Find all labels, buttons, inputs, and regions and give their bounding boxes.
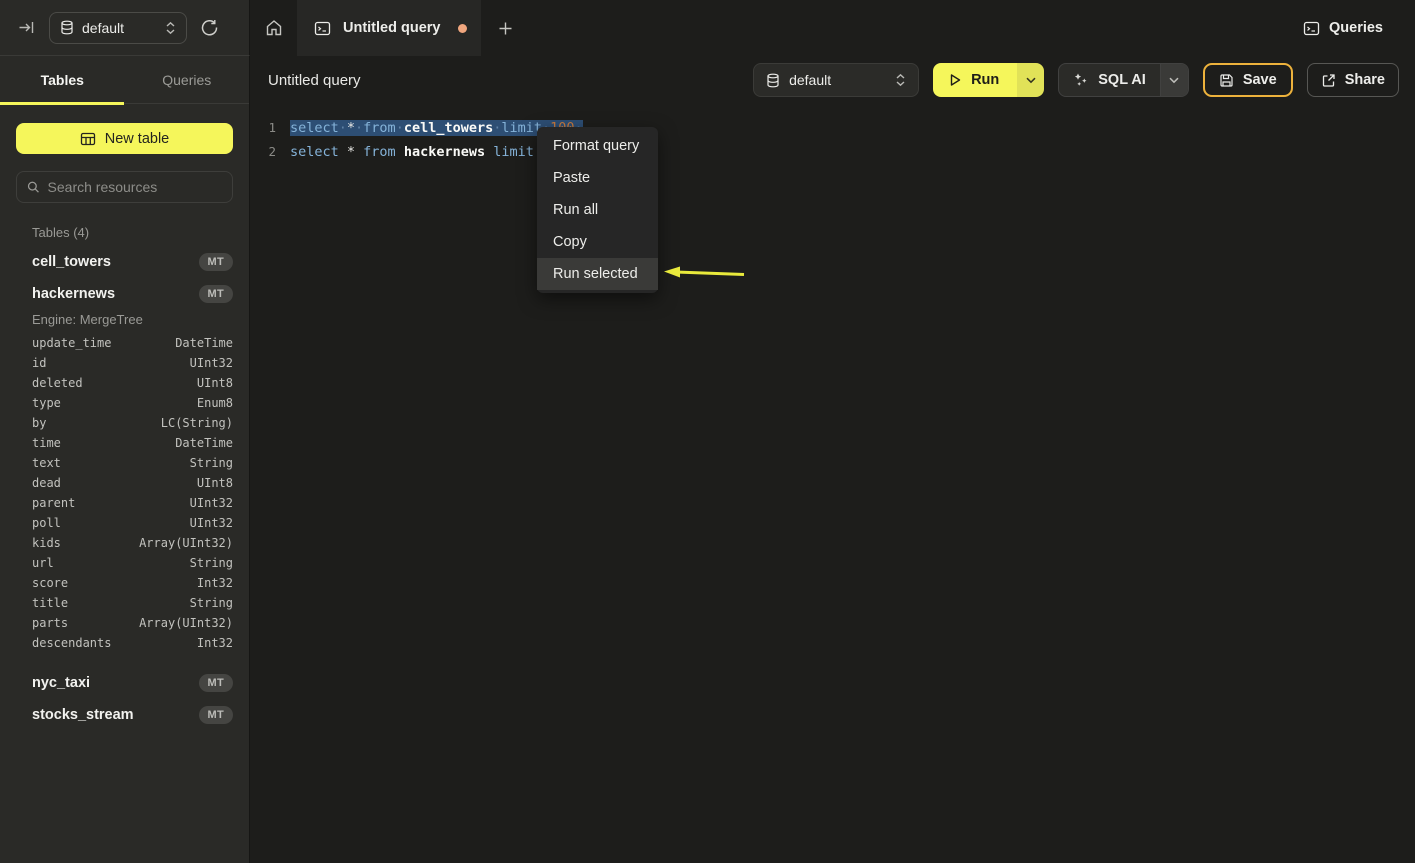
- column-row: textString: [32, 453, 233, 473]
- toolbar-controls: default Run: [753, 63, 1399, 97]
- column-row: partsArray(UInt32): [32, 613, 233, 633]
- run-options-button[interactable]: [1017, 63, 1044, 97]
- column-row: byLC(String): [32, 413, 233, 433]
- sql-ai-options-button[interactable]: [1160, 64, 1188, 96]
- collapse-sidebar-button[interactable]: [18, 19, 35, 36]
- share-button[interactable]: Share: [1307, 63, 1399, 97]
- engine-badge: MT: [199, 285, 233, 303]
- share-button-label: Share: [1345, 72, 1385, 88]
- sidebar-tab-tables[interactable]: Tables: [0, 56, 125, 103]
- plus-icon: [498, 21, 513, 36]
- column-row: urlString: [32, 553, 233, 573]
- context-menu-item-run-selected[interactable]: Run selected: [537, 258, 658, 290]
- line-number: 1: [250, 116, 276, 140]
- database-selector[interactable]: default: [753, 63, 919, 97]
- column-list: update_timeDateTime idUInt32 deletedUInt…: [32, 333, 233, 653]
- sql-ai-split-button: SQL AI: [1058, 63, 1189, 97]
- sql-ai-label: SQL AI: [1098, 72, 1146, 88]
- query-title: Untitled query: [268, 72, 753, 89]
- database-selector[interactable]: default: [49, 12, 187, 44]
- database-selector-value: default: [789, 72, 886, 88]
- chevron-down-icon: [1026, 77, 1036, 84]
- engine-badge: MT: [199, 674, 233, 692]
- main-area: Untitled query default Run: [250, 56, 1415, 863]
- run-split-button: Run: [933, 63, 1044, 97]
- table-row-cell-towers[interactable]: cell_towers MT: [32, 246, 233, 278]
- table-row-hackernews[interactable]: hackernews MT: [32, 278, 233, 310]
- search-box[interactable]: [16, 171, 233, 203]
- column-row: kidsArray(UInt32): [32, 533, 233, 553]
- new-table-label: New table: [105, 131, 169, 147]
- column-row: parentUInt32: [32, 493, 233, 513]
- refresh-icon: [201, 19, 218, 36]
- context-menu-item-run-all[interactable]: Run all: [537, 194, 658, 226]
- engine-badge: MT: [199, 706, 233, 724]
- table-icon: [80, 131, 96, 147]
- run-button[interactable]: Run: [933, 63, 1017, 97]
- run-button-label: Run: [971, 72, 999, 88]
- column-row: titleString: [32, 593, 233, 613]
- code-line-1[interactable]: 1 select*fromcell_towerslimit100: [250, 116, 1415, 140]
- home-icon: [265, 19, 283, 37]
- context-menu-item-copy[interactable]: Copy: [537, 226, 658, 258]
- column-row: typeEnum8: [32, 393, 233, 413]
- table-row-nyc-taxi[interactable]: nyc_taxi MT: [32, 667, 233, 699]
- queries-button-label: Queries: [1329, 20, 1383, 36]
- home-tab[interactable]: [250, 0, 297, 56]
- tables-section-label: Tables (4): [32, 225, 249, 240]
- save-icon: [1219, 73, 1234, 88]
- column-row: deletedUInt8: [32, 373, 233, 393]
- context-menu-item-paste[interactable]: Paste: [537, 162, 658, 194]
- sidebar-tabs: Tables Queries: [0, 56, 249, 104]
- updown-chevron-icon: [165, 21, 176, 35]
- column-row: timeDateTime: [32, 433, 233, 453]
- collapse-sidebar-icon: [18, 19, 35, 36]
- sparkles-icon: [1073, 72, 1089, 88]
- editor-context-menu: Format query Paste Run all Copy Run sele…: [537, 127, 658, 293]
- column-row: update_timeDateTime: [32, 333, 233, 353]
- chevron-down-icon: [1169, 77, 1179, 84]
- unsaved-dot: [458, 24, 467, 33]
- tab-untitled-query[interactable]: Untitled query: [297, 0, 481, 56]
- search-input[interactable]: [48, 179, 222, 195]
- updown-chevron-icon: [895, 73, 906, 87]
- annotation-arrow: [660, 262, 748, 282]
- top-bar: Untitled query default: [0, 0, 1415, 56]
- new-tab-button[interactable]: [481, 0, 529, 56]
- column-row: scoreInt32: [32, 573, 233, 593]
- database-icon: [766, 73, 780, 88]
- column-row: idUInt32: [32, 353, 233, 373]
- search-icon: [27, 180, 40, 194]
- tab-label: Untitled query: [343, 20, 446, 36]
- database-selector-value: default: [82, 20, 157, 36]
- sidebar: Tables Queries New table Tables (4) cell…: [0, 56, 250, 863]
- refresh-button[interactable]: [201, 19, 218, 36]
- database-icon: [60, 20, 74, 35]
- engine-badge: MT: [199, 253, 233, 271]
- queries-icon: [1303, 20, 1320, 37]
- column-row: pollUInt32: [32, 513, 233, 533]
- table-row-stocks-stream[interactable]: stocks_stream MT: [32, 699, 233, 731]
- line-number: 2: [250, 140, 276, 164]
- sql-editor[interactable]: 1 select*fromcell_towerslimit100 2 selec…: [250, 104, 1415, 164]
- queries-button[interactable]: Queries: [1303, 0, 1383, 56]
- save-button[interactable]: Save: [1203, 63, 1293, 97]
- sidebar-tab-queries[interactable]: Queries: [125, 56, 250, 103]
- top-bar-left: default: [0, 0, 250, 56]
- share-icon: [1321, 73, 1336, 88]
- context-menu-item-format-query[interactable]: Format query: [537, 130, 658, 162]
- column-row: deadUInt8: [32, 473, 233, 493]
- engine-detail: Engine: MergeTree: [32, 312, 249, 327]
- code-line-2[interactable]: 2 select*fromhackernewslimit: [250, 140, 1415, 164]
- play-icon: [948, 73, 962, 87]
- active-tab-underline: [0, 102, 124, 105]
- column-row: descendantsInt32: [32, 633, 233, 653]
- query-toolbar: Untitled query default Run: [250, 56, 1415, 104]
- save-button-label: Save: [1243, 72, 1277, 88]
- terminal-icon: [314, 20, 331, 37]
- new-table-button[interactable]: New table: [16, 123, 233, 154]
- sql-ai-button[interactable]: SQL AI: [1059, 64, 1160, 96]
- tab-strip: Untitled query: [250, 0, 1415, 56]
